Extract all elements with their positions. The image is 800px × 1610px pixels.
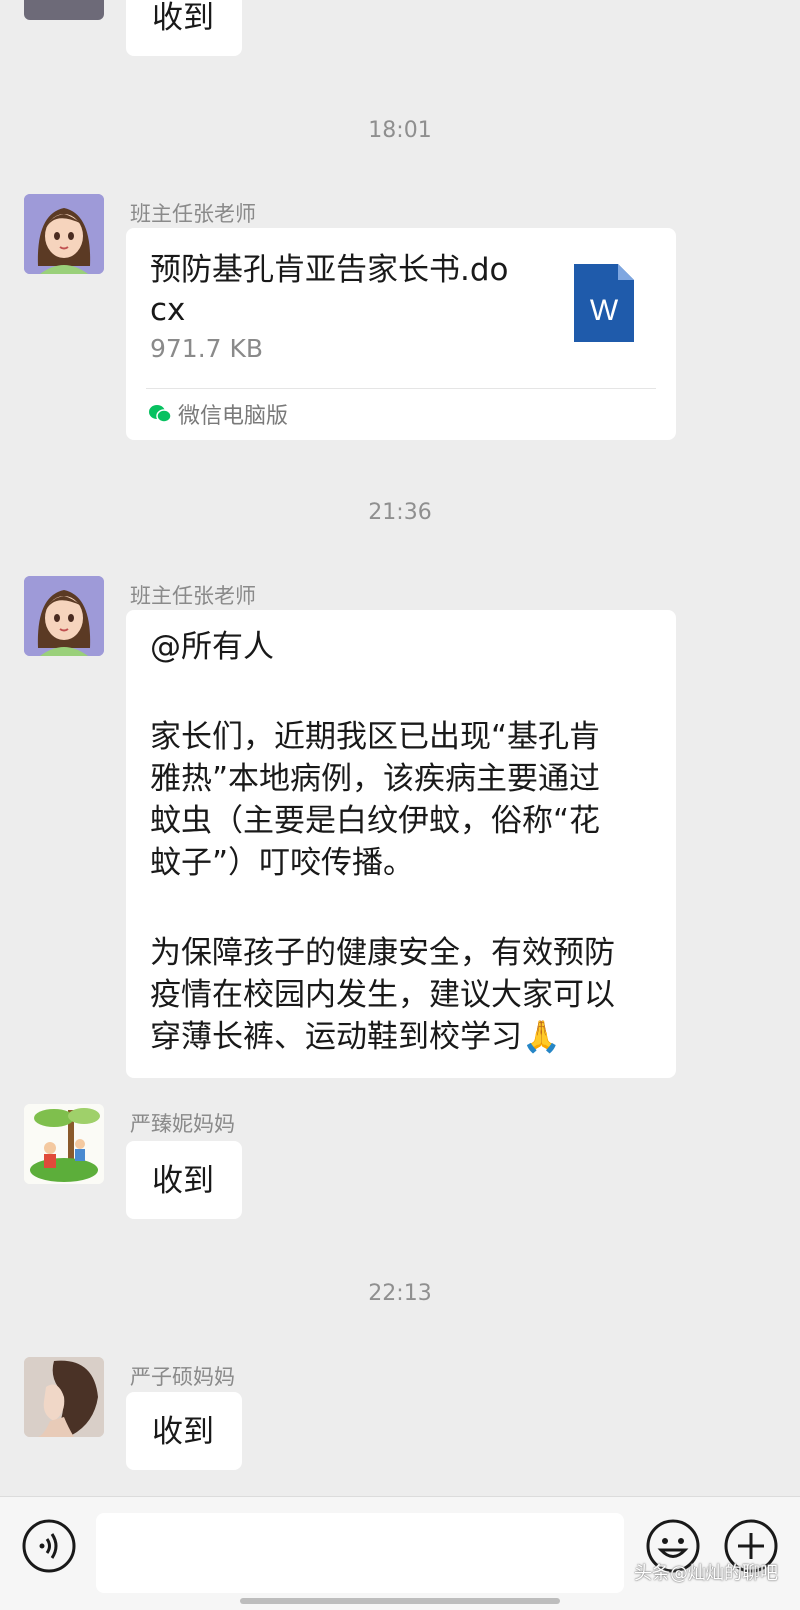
chat-input-bar: 头条@灿灿的聊吧 [0, 1496, 800, 1610]
timestamp: 22:13 [368, 1281, 432, 1306]
avatar-parent[interactable] [24, 1104, 104, 1184]
avatar-previous-sender[interactable] [24, 0, 104, 20]
notice-text-line: 为保障孩子的健康安全，有效预防 [150, 935, 615, 971]
message-bubble[interactable]: 收到 [126, 0, 242, 56]
sender-name: 班主任张老师 [130, 584, 256, 608]
message-bubble[interactable]: 收到 [126, 1141, 242, 1219]
notice-text-line: 疫情在校园内发生，建议大家可以 [150, 977, 615, 1013]
message-bubble[interactable]: 收到 [126, 1392, 242, 1470]
word-doc-icon: W [574, 264, 634, 346]
notice-text-line: 蚊虫（主要是白纹伊蚊，俗称“花 [150, 803, 601, 839]
notice-text: 穿薄长裤、运动鞋到校学习 [150, 1019, 522, 1055]
file-message-card[interactable]: 预防基孔肯亚告家长书.docx 971.7 KB W 微信电脑版 [126, 228, 676, 440]
watermark: 头条@灿灿的聊吧 [634, 1563, 778, 1584]
notice-message-bubble[interactable]: @所有人 家长们，近期我区已出现“基孔肯 雅热”本地病例，该疾病主要通过 蚊虫（… [126, 610, 676, 1078]
avatar-teacher[interactable] [24, 194, 104, 274]
timestamp: 21:36 [368, 500, 432, 525]
notice-text-line: 蚊子”）叮咬传播。 [150, 845, 415, 881]
sender-name: 班主任张老师 [130, 202, 256, 226]
svg-text:W: W [590, 294, 619, 327]
notice-text-line: 雅热”本地病例，该疾病主要通过 [150, 761, 601, 797]
wechat-icon [148, 404, 172, 428]
avatar-teacher[interactable] [24, 576, 104, 656]
pray-emoji-icon: 🙏 [522, 1019, 561, 1055]
sender-name: 严子硕妈妈 [130, 1365, 235, 1389]
voice-icon[interactable] [20, 1517, 78, 1575]
message-text: 收到 [152, 0, 214, 36]
file-size: 971.7 KB [150, 334, 264, 363]
file-name: 预防基孔肯亚告家长书.docx [150, 252, 509, 328]
notice-text-line: 家长们，近期我区已出现“基孔肯 [150, 719, 601, 755]
sender-name: 严臻妮妈妈 [130, 1112, 235, 1136]
message-text: 收到 [152, 1414, 214, 1450]
file-source-label: 微信电脑版 [178, 404, 289, 429]
message-input[interactable] [96, 1513, 624, 1593]
avatar-parent[interactable] [24, 1357, 104, 1437]
home-indicator[interactable] [240, 1598, 560, 1604]
message-text: 收到 [152, 1163, 214, 1199]
divider [146, 388, 656, 389]
notice-mention: @所有人 [150, 629, 274, 665]
notice-text-line: 穿薄长裤、运动鞋到校学习🙏 [150, 1016, 561, 1058]
timestamp: 18:01 [368, 118, 432, 143]
